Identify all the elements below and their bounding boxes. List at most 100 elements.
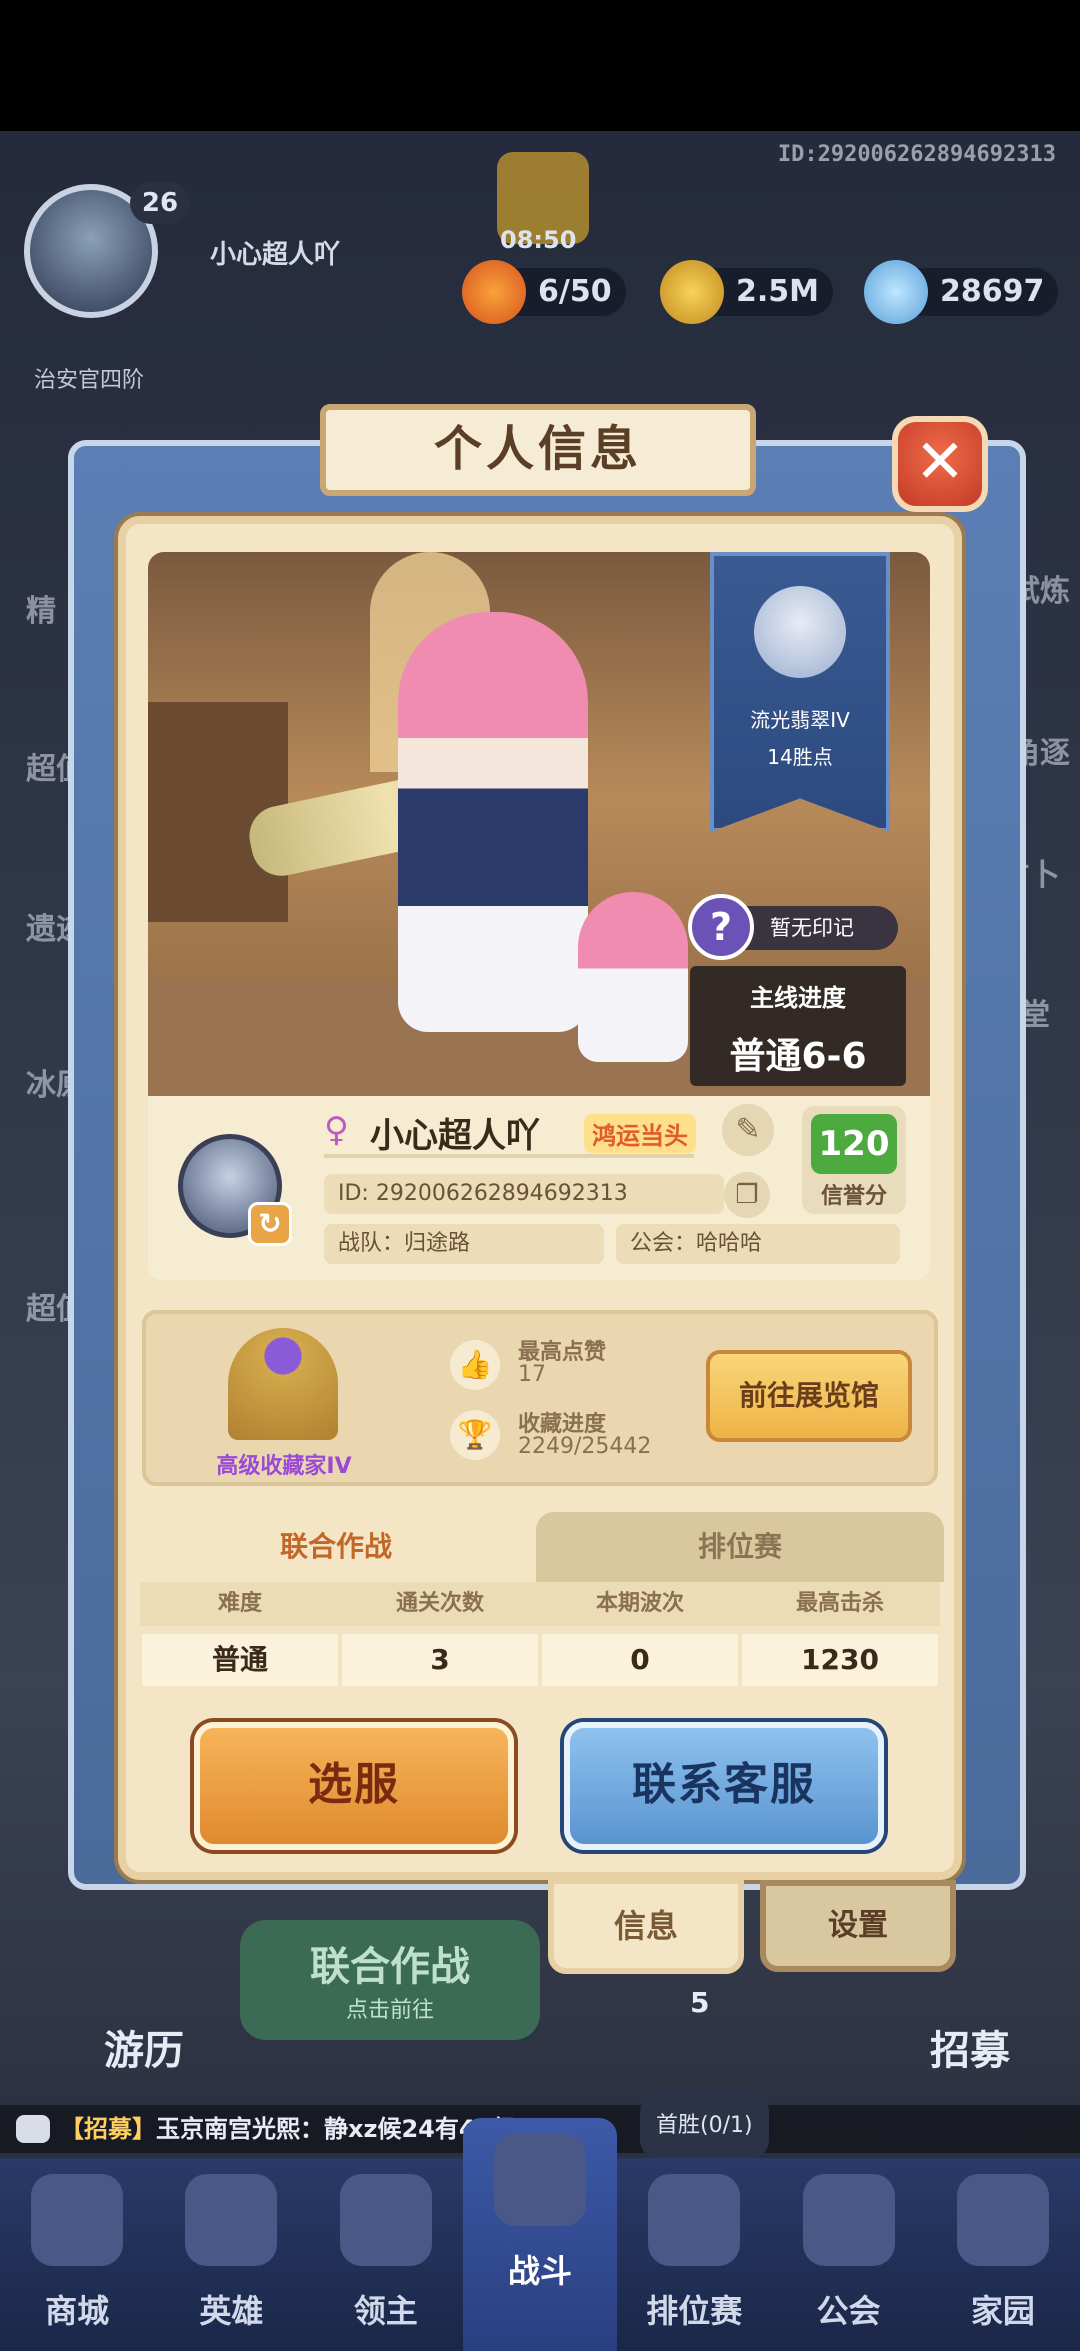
title-tag[interactable]: 鸿运当头 [584,1114,696,1153]
likes-value: 17 [518,1362,546,1387]
bottom-nav: 商城 英雄 领主 战斗 排位赛 公会 家园 [0,2118,1080,2351]
first-win-badge[interactable]: 首胜(0/1) [640,2092,769,2160]
question-icon: ? [688,894,754,960]
header-waves: 本期波次 [595,1591,684,1616]
nav-label: 战斗 [507,2252,572,2290]
tab-settings[interactable]: 设置 [760,1880,956,1972]
gold-counter[interactable]: 2.5M [660,260,833,324]
credit-label: 信誉分 [820,1184,887,1209]
gold-coin-icon [660,260,724,324]
crystal-counter[interactable]: 28697 [864,260,1059,324]
contact-support-button[interactable]: 联系客服 [564,1722,884,1850]
rank-banner[interactable]: 流光翡翠IV 14胜点 [710,552,890,832]
hero-card-icon [185,2174,278,2266]
profile-id: ID: 292006262894692313 [324,1174,724,1214]
account-id-label: ID:292006262894692313 [777,142,1056,167]
joint-battle-title: 联合作战 [310,1944,470,1990]
hero-character [398,612,588,1032]
header-kills: 最高击杀 [795,1591,884,1616]
imprint-pill[interactable]: ? 暂无印记 [688,894,898,960]
stamina-flame-icon [462,260,526,324]
nav-item-lord[interactable]: 领主 [309,2158,463,2351]
nav-label: 公会 [816,2292,881,2330]
player-name-header: 小心超人吖 [210,240,341,270]
imprint-label: 暂无印记 [770,916,854,940]
header-clears: 通关次数 [395,1591,484,1616]
rank-title: 治安官四阶 [34,368,145,393]
collection-value: 2249/25442 [518,1434,652,1459]
recruit-entry[interactable]: 招募 [930,2018,1010,2076]
chat-icon[interactable] [16,2115,50,2143]
nav-label: 排位赛 [646,2292,743,2330]
ticker-prefix: 【招募】 [60,2115,156,2143]
stats-table: 难度 通关次数 本期波次 最高击杀 普通 3 0 1230 [140,1582,940,1686]
main-progress-label: 主线进度 [750,984,846,1012]
joint-battle-subtitle: 点击前往 [345,1998,434,2023]
rank-points: 14胜点 [767,745,833,769]
collector-panel: 高级收藏家IV 👍 最高点赞 17 🏆 收藏进度 2249/25442 前往展览… [142,1310,938,1486]
profile-card: ↻ ♀ 小心超人吖 鸿运当头 ✎ ID: 292006262894692313 … [148,1096,930,1280]
swap-avatar-icon[interactable]: ↻ [248,1202,292,1246]
emerald-rank-icon [754,586,846,678]
copy-id-icon[interactable]: ❐ [724,1172,770,1218]
cell-waves: 0 [542,1634,738,1686]
joint-battle-entry[interactable]: 联合作战 点击前往 [240,1920,540,2040]
stamina-counter[interactable]: 6/50 [462,260,626,324]
timer-label: 08:50 [500,226,577,254]
nav-label: 商城 [45,2292,110,2330]
main-progress-value: 普通6-6 [729,1036,867,1077]
nav-item-guild[interactable]: 公会 [771,2158,925,2351]
cell-difficulty: 普通 [142,1634,338,1686]
table-header: 难度 通关次数 本期波次 最高击杀 [140,1582,940,1626]
guild-icon [802,2174,895,2266]
credit-value: 120 [811,1114,897,1174]
tab-ranked[interactable]: 排位赛 [536,1512,944,1582]
nav-item-shop[interactable]: 商城 [0,2158,154,2351]
crystal-value: 28697 [940,274,1045,309]
nav-item-hero[interactable]: 英雄 [154,2158,308,2351]
guild-field: 公会：哈哈哈 [616,1224,900,1264]
cell-kills: 1230 [742,1634,938,1686]
nav-item-ranked[interactable]: 排位赛 [617,2158,771,2351]
side-label-elite[interactable]: 精 [26,586,56,630]
mode-tabs: 联合作战 排位赛 [136,1512,944,1582]
nav-label: 领主 [353,2292,418,2330]
table-row: 普通 3 0 1230 [140,1634,940,1686]
edit-name-icon[interactable]: ✎ [722,1104,774,1156]
close-button[interactable]: ✕ [892,416,988,512]
credit-score[interactable]: 120 信誉分 [802,1106,906,1214]
battle-swords-icon [493,2134,586,2226]
stamina-value: 6/50 [538,274,612,309]
shop-icon [31,2174,124,2266]
collector-trophy-icon [228,1328,338,1440]
team-field: 战队：归途路 [324,1224,604,1264]
trophy-icon: 🏆 [450,1410,500,1460]
select-server-button[interactable]: 选服 [194,1722,514,1850]
lord-castle-icon [339,2174,432,2266]
count-badge: 5 [690,1986,710,2019]
modal-title: 个人信息 [320,404,756,496]
ranked-shield-icon [648,2174,741,2266]
tab-joint-battle[interactable]: 联合作战 [136,1512,536,1582]
home-icon [956,2174,1049,2266]
nav-item-battle[interactable]: 战斗 [462,2118,618,2351]
nav-item-home[interactable]: 家园 [926,2158,1080,2351]
gallery-button[interactable]: 前往展览馆 [706,1350,912,1442]
tab-info[interactable]: 信息 [548,1878,744,1974]
collector-title: 高级收藏家IV [216,1454,352,1479]
profile-name: 小心超人吖 [370,1116,540,1156]
blue-crystal-icon [864,260,928,324]
mini-hero-character [578,892,688,1062]
cell-clears: 3 [342,1634,538,1686]
thumbs-up-icon: 👍 [450,1340,500,1390]
nav-label: 家园 [970,2292,1035,2330]
rank-name: 流光翡翠IV [750,708,850,732]
main-progress: 主线进度 普通6-6 [690,966,906,1086]
nav-label: 英雄 [199,2292,264,2330]
female-gender-icon: ♀ [324,1110,349,1150]
level-badge: 26 [130,182,190,224]
travel-entry[interactable]: 游历 [104,2018,184,2076]
gold-value: 2.5M [736,274,819,309]
name-underline [324,1154,694,1158]
header-difficulty: 难度 [217,1591,262,1616]
